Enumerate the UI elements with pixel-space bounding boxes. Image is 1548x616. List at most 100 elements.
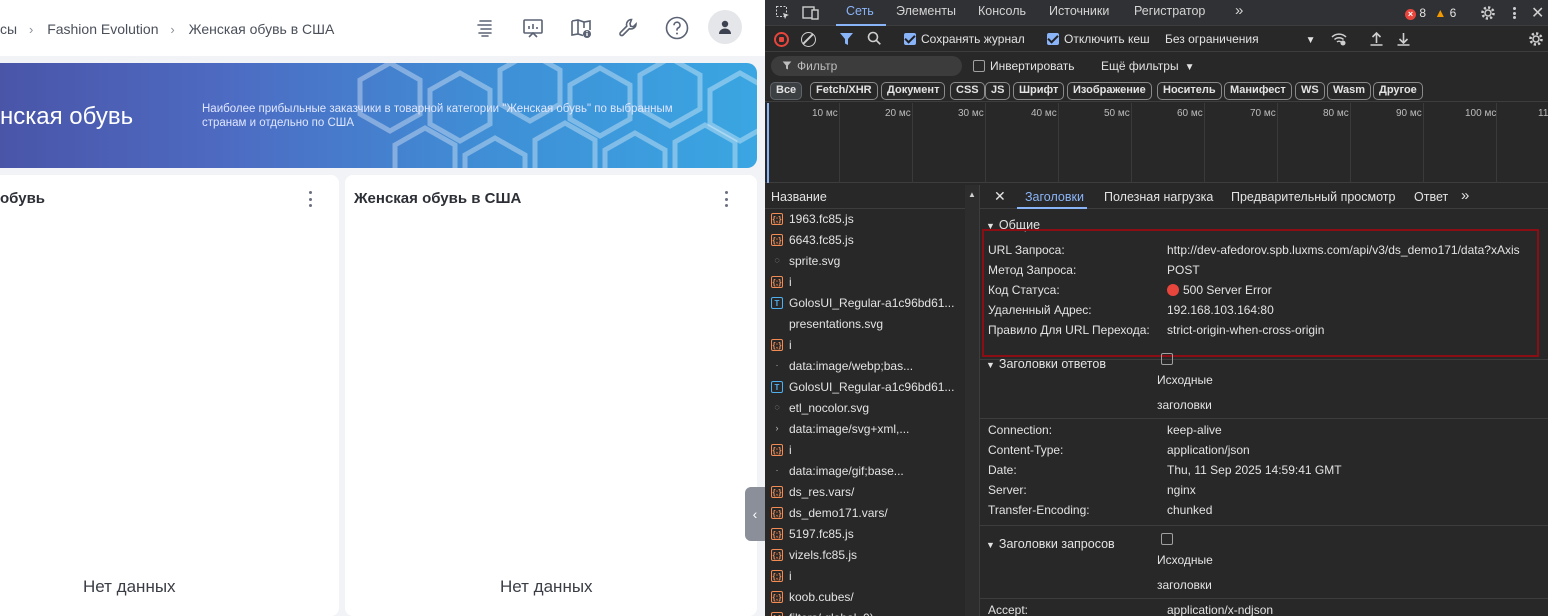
request-row[interactable]: ◌ etl_nocolor.svg <box>765 398 965 419</box>
type-filter-fetch-xhr[interactable]: Fetch/XHR <box>810 82 878 100</box>
record-stop-icon[interactable] <box>774 32 789 47</box>
type-filter-css[interactable]: CSS <box>950 82 985 100</box>
section-request-headers-toggle[interactable]: ▼ Заголовки запросов <box>986 537 1115 551</box>
presentation-icon[interactable] <box>518 13 548 43</box>
more-filters-dropdown[interactable]: Ещё фильтры ▼ <box>1101 59 1194 73</box>
request-row[interactable]: {;} 5197.fc85.js <box>765 524 965 545</box>
import-har-icon[interactable] <box>1369 31 1384 50</box>
type-filter-document[interactable]: Документ <box>881 82 946 100</box>
header-key: Удаленный Адрес: <box>988 303 1092 317</box>
section-response-headers-toggle[interactable]: ▼ Заголовки ответов <box>986 357 1106 371</box>
tab-elements[interactable]: Элементы <box>896 4 956 18</box>
no-data-text: Нет данных <box>500 577 593 596</box>
help-icon[interactable] <box>662 13 692 43</box>
request-row[interactable]: T GolosUI_Regular-a1c96bd61... <box>765 377 965 398</box>
breadcrumb-item[interactable]: сы <box>0 21 17 37</box>
info-book-icon[interactable] <box>566 13 596 43</box>
more-vertical-icon[interactable] <box>719 189 733 209</box>
header-value: nginx <box>1167 483 1196 497</box>
error-count: 8 <box>1419 6 1427 20</box>
devtools-tabbar: Сеть Элементы Консоль Источники Регистра… <box>765 0 1548 26</box>
breadcrumb-item[interactable]: Fashion Evolution <box>47 21 158 37</box>
breadcrumb: сы › Fashion Evolution › Женская обувь в… <box>0 20 334 37</box>
more-tabs-icon[interactable]: » <box>1235 2 1243 19</box>
request-row[interactable]: T GolosUI_Regular-a1c96bd61... <box>765 293 965 314</box>
request-row[interactable]: {;} i <box>765 566 965 587</box>
tab-sources[interactable]: Источники <box>1049 4 1109 18</box>
request-name: GolosUI_Regular-a1c96bd61... <box>789 380 955 394</box>
issues-counter[interactable]: × 8 ▲ 6 <box>1405 6 1456 20</box>
more-vertical-icon[interactable] <box>303 189 317 209</box>
more-tabs-icon[interactable]: » <box>1461 187 1469 204</box>
preserve-log-checkbox[interactable]: Сохранять журнал <box>904 32 1025 46</box>
type-filter-media[interactable]: Носитель <box>1157 82 1222 100</box>
network-settings-gear-icon[interactable] <box>1527 30 1545 51</box>
type-filter-image[interactable]: Изображение <box>1067 82 1152 100</box>
export-har-icon[interactable] <box>1396 31 1411 50</box>
type-filter-js[interactable]: JS <box>985 82 1011 100</box>
settings-gear-icon[interactable] <box>1479 4 1497 22</box>
close-icon[interactable]: ✕ <box>1531 3 1544 23</box>
invert-checkbox[interactable]: Инвертировать <box>973 59 1075 73</box>
collapse-panel-handle[interactable]: ‹ <box>745 487 765 541</box>
filter-lines-icon[interactable] <box>470 13 500 43</box>
type-filter-manifest[interactable]: Манифест <box>1224 82 1292 100</box>
referrer-policy-value: strict-origin-when-cross-origin <box>1167 323 1325 337</box>
request-row[interactable]: ◌ sprite.svg <box>765 251 965 272</box>
request-row[interactable]: › data:image/svg+xml,... <box>765 419 965 440</box>
type-filter-wasm[interactable]: Wasm <box>1327 82 1371 100</box>
network-filter-bar: Фильтр Инвертировать Ещё фильтры ▼ <box>765 53 1548 79</box>
request-row[interactable]: · data:image/gif;base... <box>765 461 965 482</box>
type-filter-all[interactable]: Все <box>770 82 803 100</box>
device-toolbar-icon[interactable] <box>802 5 820 21</box>
tab-recorder[interactable]: Регистратор <box>1134 4 1205 18</box>
column-header-name[interactable]: Название <box>765 185 979 209</box>
request-name: data:image/webp;bas... <box>789 359 914 373</box>
request-row[interactable]: · data:image/webp;bas... <box>765 356 965 377</box>
wrench-icon[interactable] <box>614 13 644 43</box>
request-row[interactable]: {;} vizels.fc85.js <box>765 545 965 566</box>
request-row[interactable]: {;} filters/.global_0) <box>765 608 965 616</box>
raw-headers-checkbox[interactable] <box>1161 353 1173 365</box>
type-filter-other[interactable]: Другое <box>1373 82 1423 100</box>
list-scrollbar[interactable]: ▲ <box>965 185 979 616</box>
close-details-icon[interactable]: ✕ <box>994 188 1006 205</box>
clear-icon[interactable] <box>801 32 816 47</box>
inspect-element-icon[interactable] <box>775 5 791 21</box>
request-row[interactable]: {;} 6643.fc85.js <box>765 230 965 251</box>
tab-console[interactable]: Консоль <box>978 4 1026 18</box>
request-row[interactable]: {;} i <box>765 440 965 461</box>
request-details: ✕ Заголовки Полезная нагрузка Предварите… <box>980 185 1548 616</box>
network-conditions-icon[interactable] <box>1330 31 1348 50</box>
user-avatar-icon[interactable] <box>708 10 742 44</box>
tab-headers[interactable]: Заголовки <box>1025 190 1084 204</box>
request-name: ds_demo171.vars/ <box>789 506 888 520</box>
kebab-menu-icon[interactable] <box>1508 4 1520 22</box>
filter-input[interactable]: Фильтр <box>771 56 962 76</box>
request-row[interactable]: {;} ds_res.vars/ <box>765 482 965 503</box>
request-name: 1963.fc85.js <box>789 212 854 226</box>
request-row[interactable]: {;} koob.cubes/ <box>765 587 965 608</box>
tab-network[interactable]: Сеть <box>846 4 874 18</box>
type-filter-ws[interactable]: WS <box>1295 82 1325 100</box>
network-overview-timeline[interactable]: 10 мс 20 мс 30 мс 40 мс 50 мс 60 мс 70 м… <box>765 103 1548 183</box>
request-row[interactable]: {;} i <box>765 272 965 293</box>
request-row[interactable]: {;} 1963.fc85.js <box>765 209 965 230</box>
header-key: Метод Запроса: <box>988 263 1077 277</box>
tab-response[interactable]: Ответ <box>1414 190 1448 204</box>
tab-payload[interactable]: Полезная нагрузка <box>1104 190 1213 204</box>
type-filter-font[interactable]: Шрифт <box>1013 82 1065 100</box>
timeline-tick-label: 30 мс <box>958 108 984 119</box>
scroll-up-icon[interactable]: ▲ <box>968 190 976 199</box>
filter-funnel-icon[interactable] <box>839 31 854 50</box>
disable-cache-checkbox[interactable]: Отключить кеш <box>1047 32 1150 46</box>
throttling-select[interactable]: Без ограничения ▼ <box>1165 32 1316 46</box>
raw-headers-checkbox[interactable] <box>1161 533 1173 545</box>
request-name: 6643.fc85.js <box>789 233 854 247</box>
request-row[interactable]: presentations.svg <box>765 314 965 335</box>
request-name: data:image/gif;base... <box>789 464 904 478</box>
request-row[interactable]: {;} i <box>765 335 965 356</box>
request-row[interactable]: {;} ds_demo171.vars/ <box>765 503 965 524</box>
search-icon[interactable] <box>867 31 882 49</box>
tab-preview[interactable]: Предварительный просмотр <box>1231 190 1395 204</box>
